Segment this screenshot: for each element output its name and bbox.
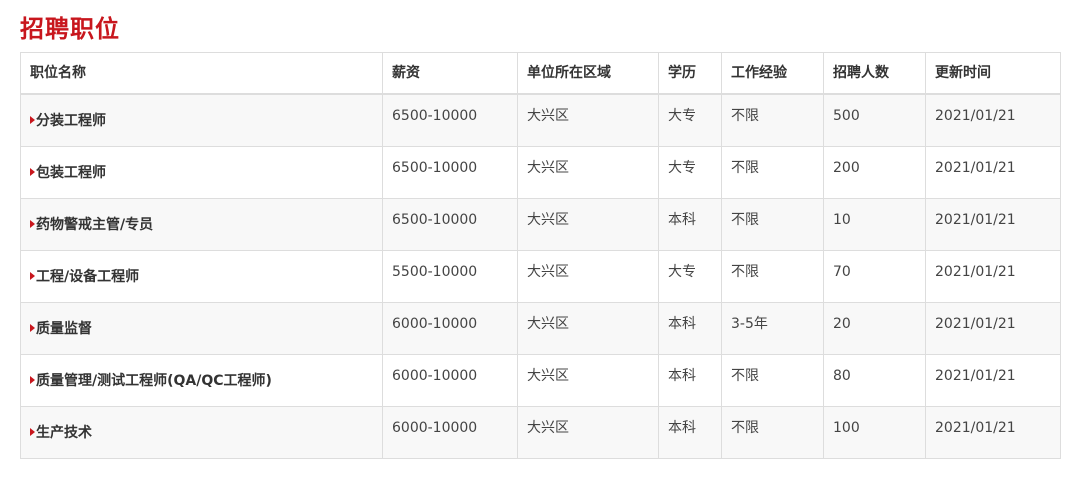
cell-education: 本科	[658, 353, 722, 407]
cell-experience: 不限	[721, 197, 824, 251]
arrow-right-icon	[30, 323, 35, 332]
cell-updated: 2021/01/21	[925, 197, 1061, 251]
cell-salary: 6000-10000	[382, 353, 518, 407]
arrow-right-icon	[30, 375, 35, 384]
cell-updated: 2021/01/21	[925, 93, 1061, 147]
cell-job-name: 药物警戒主管/专员	[20, 197, 383, 251]
cell-experience: 3-5年	[721, 301, 824, 355]
page-title: 招聘职位	[20, 15, 120, 43]
table-body: 分装工程师 6500-10000 大兴区 大专 不限 500 2021/01/21 包装工程师…	[20, 93, 1061, 459]
cell-salary: 6500-10000	[382, 145, 518, 199]
cell-area: 大兴区	[517, 197, 659, 251]
cell-updated: 2021/01/21	[925, 405, 1061, 459]
cell-area: 大兴区	[517, 301, 659, 355]
cell-education: 本科	[658, 301, 722, 355]
job-link[interactable]: 分装工程师	[30, 110, 106, 132]
job-link[interactable]: 药物警戒主管/专员	[30, 214, 153, 236]
cell-job-name: 工程/设备工程师	[20, 249, 383, 303]
cell-experience: 不限	[721, 93, 824, 147]
arrow-right-icon	[30, 116, 35, 124]
jobs-table: 职位名称 薪资 单位所在区域 学历 工作经验 招聘人数 更新时间 分装工程师 65…	[20, 52, 1061, 459]
arrow-right-icon	[30, 219, 35, 228]
job-name-label: 质量监督	[36, 320, 92, 337]
cell-salary: 6500-10000	[382, 93, 518, 147]
cell-job-name: 质量管理/测试工程师(QA/QC工程师)	[20, 353, 383, 407]
cell-experience: 不限	[721, 353, 824, 407]
table-row: 药物警戒主管/专员 6500-10000 大兴区 本科 不限 10 2021/01/21	[20, 197, 1061, 251]
header-job-name: 职位名称	[20, 52, 383, 95]
recruitment-page: 招聘职位 职位名称 薪资 单位所在区域 学历 工作经验 招聘人数 更新时间 分装…	[0, 0, 1090, 485]
table-row: 分装工程师 6500-10000 大兴区 大专 不限 500 2021/01/21	[20, 93, 1061, 147]
table-row: 包装工程师 6500-10000 大兴区 大专 不限 200 2021/01/21	[20, 145, 1061, 199]
job-link[interactable]: 工程/设备工程师	[30, 266, 139, 288]
header-salary: 薪资	[382, 52, 518, 95]
header-area: 单位所在区域	[517, 52, 659, 95]
job-name-label: 生产技术	[36, 424, 92, 441]
header-updated: 更新时间	[925, 52, 1061, 95]
header-experience: 工作经验	[721, 52, 824, 95]
job-link[interactable]: 生产技术	[30, 422, 92, 444]
job-link[interactable]: 质量管理/测试工程师(QA/QC工程师)	[30, 370, 272, 392]
table-row: 质量管理/测试工程师(QA/QC工程师) 6000-10000 大兴区 本科 不限 80 2…	[20, 353, 1061, 407]
cell-salary: 6500-10000	[382, 197, 518, 251]
cell-salary: 6000-10000	[382, 301, 518, 355]
cell-count: 70	[823, 249, 926, 303]
job-name-label: 质量管理/测试工程师(QA/QC工程师)	[36, 372, 272, 389]
cell-updated: 2021/01/21	[925, 353, 1061, 407]
job-link[interactable]: 质量监督	[30, 318, 92, 340]
cell-education: 本科	[658, 197, 722, 251]
cell-count: 500	[823, 93, 926, 147]
table-row: 生产技术 6000-10000 大兴区 本科 不限 100 2021/01/21	[20, 405, 1061, 459]
header-education: 学历	[658, 52, 722, 95]
job-name-label: 工程/设备工程师	[36, 268, 140, 285]
cell-salary: 5500-10000	[382, 249, 518, 303]
cell-count: 80	[823, 353, 926, 407]
header-row: 职位名称 薪资 单位所在区域 学历 工作经验 招聘人数 更新时间	[20, 52, 1061, 95]
cell-count: 20	[823, 301, 926, 355]
cell-job-name: 质量监督	[20, 301, 383, 355]
cell-job-name: 包装工程师	[20, 145, 383, 199]
cell-experience: 不限	[721, 405, 824, 459]
cell-experience: 不限	[721, 145, 824, 199]
arrow-right-icon	[30, 271, 35, 280]
cell-count: 10	[823, 197, 926, 251]
cell-area: 大兴区	[517, 353, 659, 407]
table-header: 职位名称 薪资 单位所在区域 学历 工作经验 招聘人数 更新时间	[20, 52, 1061, 95]
cell-area: 大兴区	[517, 145, 659, 199]
cell-updated: 2021/01/21	[925, 301, 1061, 355]
cell-job-name: 分装工程师	[20, 93, 383, 147]
header-count: 招聘人数	[823, 52, 926, 95]
cell-count: 100	[823, 405, 926, 459]
job-name-label: 药物警戒主管/专员	[36, 216, 154, 233]
job-name-label: 分装工程师	[36, 113, 106, 129]
cell-updated: 2021/01/21	[925, 249, 1061, 303]
table-row: 质量监督 6000-10000 大兴区 本科 3-5年 20 2021/01/21	[20, 301, 1061, 355]
table-row: 工程/设备工程师 5500-10000 大兴区 大专 不限 70 2021/01/21	[20, 249, 1061, 303]
cell-salary: 6000-10000	[382, 405, 518, 459]
cell-area: 大兴区	[517, 249, 659, 303]
arrow-right-icon	[30, 427, 35, 436]
job-link[interactable]: 包装工程师	[30, 162, 106, 184]
cell-education: 本科	[658, 405, 722, 459]
cell-education: 大专	[658, 249, 722, 303]
job-name-label: 包装工程师	[36, 164, 106, 181]
cell-area: 大兴区	[517, 93, 659, 147]
cell-job-name: 生产技术	[20, 405, 383, 459]
cell-count: 200	[823, 145, 926, 199]
cell-education: 大专	[658, 93, 722, 147]
cell-area: 大兴区	[517, 405, 659, 459]
cell-updated: 2021/01/21	[925, 145, 1061, 199]
cell-experience: 不限	[721, 249, 824, 303]
arrow-right-icon	[30, 167, 35, 176]
cell-education: 大专	[658, 145, 722, 199]
